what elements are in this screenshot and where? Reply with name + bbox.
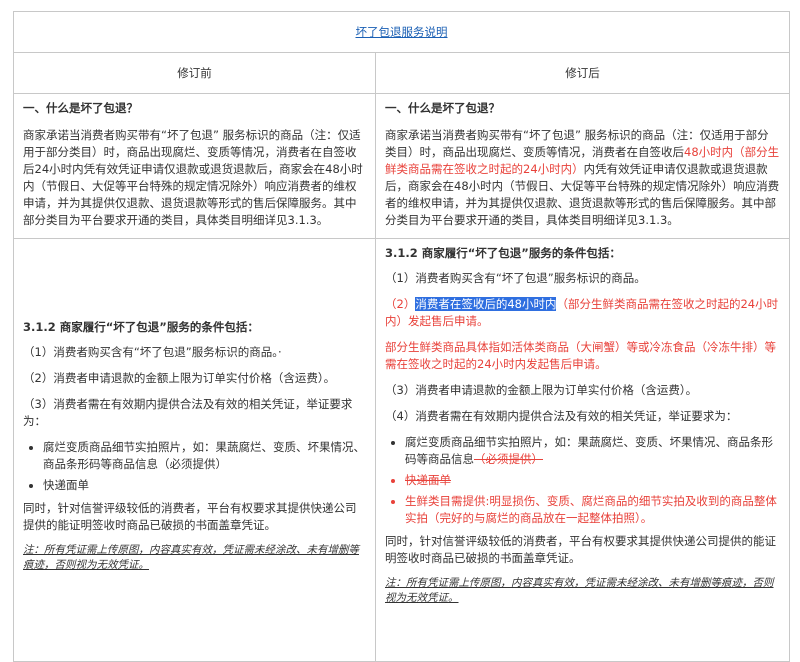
after-fresh-note: 部分生鲜类商品具体指如活体类商品（大闸蟹）等或冷冻食品（冷冻牛排）等需在签收之时… — [385, 340, 776, 371]
after-closing: 同时，针对信誉评级较低的消费者，平台有权要求其提供快递公司提供的能证明签收时商品… — [385, 534, 776, 565]
section2-heading-before: 3.1.2 商家履行“坏了包退”服务的条件包括： — [23, 319, 259, 334]
after-evidence-list: 腐烂变质商品细节实拍照片，如：果蔬腐烂、变质、坏果情况、商品条形码等商品信息（必… — [385, 434, 780, 527]
before-closing: 同时，针对信誉评级较低的消费者，平台有权要求其提供快递公司提供的能证明签收时商品… — [23, 500, 357, 532]
after-evidence-photo: 腐烂变质商品细节实拍照片，如：果蔬腐烂、变质、坏果情况、商品条形码等商品信息（必… — [405, 434, 780, 468]
section2-after-cell: 3.1.2 商家履行“坏了包退”服务的条件包括： （1）消费者购买含有“坏了包退… — [375, 238, 790, 662]
header-row: 修订前 修订后 — [13, 52, 790, 94]
before-evidence-waybill: 快递面单 — [43, 477, 366, 494]
after-cond-2-prefix: （2） — [385, 297, 416, 311]
revision-table: 坏了包退服务说明 修订前 修订后 一、什么是坏了包退？ 商家承诺当消费者购买带有… — [13, 11, 790, 662]
section1-after-text: 商家承诺当消费者购买带有“坏了包退” 服务标识的商品（注：仅适用于部分类目）时，… — [385, 127, 780, 229]
section1-row: 一、什么是坏了包退？ 商家承诺当消费者购买带有“坏了包退” 服务标识的商品（注：… — [13, 93, 790, 239]
before-note: 注：所有凭证需上传原图，内容真实有效，凭证需未经涂改、未有增删等痕迹，否则视为无… — [23, 543, 359, 571]
after-evidence-waybill: 快递面单 — [405, 472, 780, 489]
header-after: 修订后 — [375, 52, 790, 94]
section2-heading-after: 3.1.2 商家履行“坏了包退”服务的条件包括： — [385, 246, 621, 260]
section2-row: 3.1.2 商家履行“坏了包退”服务的条件包括： （1）消费者购买含有“坏了包退… — [13, 238, 790, 662]
after-evidence-fresh: 生鲜类目需提供:明显损伤、变质、腐烂商品的细节实拍及收到的商品整体实拍（完好的与… — [405, 493, 780, 527]
before-cond-3: （3）消费者需在有效期内提供合法及有效的相关凭证，举证要求为： — [23, 396, 353, 428]
after-cond-2-highlight: 消费者在签收后的48小时内 — [415, 297, 557, 311]
section1-before-text: 商家承诺当消费者购买带有“坏了包退” 服务标识的商品（注：仅适用于部分类目）时，… — [23, 128, 363, 227]
section1-heading-before: 一、什么是坏了包退？ — [23, 101, 138, 115]
before-evidence-photo: 腐烂变质商品细节实拍照片，如：果蔬腐烂、变质、坏果情况、商品条形码等商品信息（必… — [43, 439, 366, 473]
section1-after-cell: 一、什么是坏了包退？ 商家承诺当消费者购买带有“坏了包退” 服务标识的商品（注：… — [375, 93, 790, 239]
before-cond-1: （1）消费者购买含有“坏了包退”服务标识的商品。· — [23, 344, 282, 359]
after-cond-3: （3）消费者申请退款的金额上限为订单实付价格（含运费）。 — [385, 383, 698, 397]
after-cond-4: （4）消费者需在有效期内提供合法及有效的相关凭证，举证要求为： — [385, 409, 738, 423]
section1-before-cell: 一、什么是坏了包退？ 商家承诺当消费者购买带有“坏了包退” 服务标识的商品（注：… — [13, 93, 376, 239]
before-cond-2: （2）消费者申请退款的金额上限为订单实付价格（含运费）。 — [23, 370, 336, 385]
after-cond-2: （2）消费者在签收后的48小时内（部分生鲜类商品需在签收之时起的24小时内）发起… — [385, 296, 780, 330]
after-note: 注：所有凭证需上传原图，内容真实有效，凭证需未经涂改、未有增删等痕迹，否则视为无… — [385, 577, 774, 604]
after-evidence-photo-struck: （必须提供） — [474, 452, 543, 466]
header-before: 修订前 — [13, 52, 376, 94]
after-cond-1: （1）消费者购买含有“坏了包退”服务标识的商品。 — [385, 271, 646, 285]
section1-heading-after: 一、什么是坏了包退？ — [385, 101, 500, 115]
after-evidence-photo-text: 腐烂变质商品细节实拍照片，如：果蔬腐烂、变质、坏果情况、商品条形码等商品信息 — [405, 435, 773, 466]
title-row: 坏了包退服务说明 — [13, 11, 790, 53]
title-link[interactable]: 坏了包退服务说明 — [356, 25, 448, 39]
title-cell: 坏了包退服务说明 — [13, 11, 790, 53]
before-evidence-list: 腐烂变质商品细节实拍照片，如：果蔬腐烂、变质、坏果情况、商品条形码等商品信息（必… — [23, 439, 366, 494]
section2-before-cell: 3.1.2 商家履行“坏了包退”服务的条件包括： （1）消费者购买含有“坏了包退… — [13, 238, 376, 662]
